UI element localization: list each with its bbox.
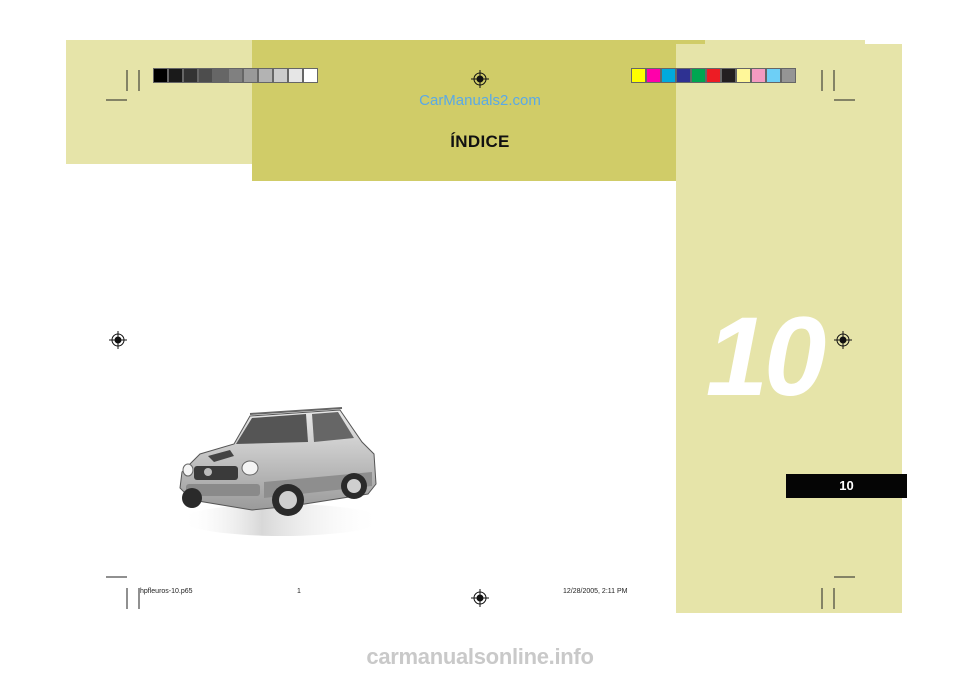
chapter-number: 10 bbox=[705, 294, 827, 419]
footer-page-number: 1 bbox=[297, 588, 301, 595]
watermark-link[interactable]: CarManuals2.com bbox=[0, 92, 960, 109]
registration-mark-left bbox=[109, 331, 127, 349]
registration-mark-top bbox=[471, 70, 489, 88]
footer-timestamp: 12/28/2005, 2:11 PM bbox=[563, 588, 628, 595]
registration-mark-bottom bbox=[471, 589, 489, 607]
page-title: ÍNDICE bbox=[450, 132, 510, 151]
footer-filename: hpfleuros-10.p65 bbox=[140, 588, 193, 595]
suv-vehicle-image bbox=[179, 407, 382, 536]
watermark-footer-link[interactable]: carmanualsonline.info bbox=[0, 644, 960, 670]
chapter-tab[interactable]: 10 bbox=[786, 474, 907, 498]
